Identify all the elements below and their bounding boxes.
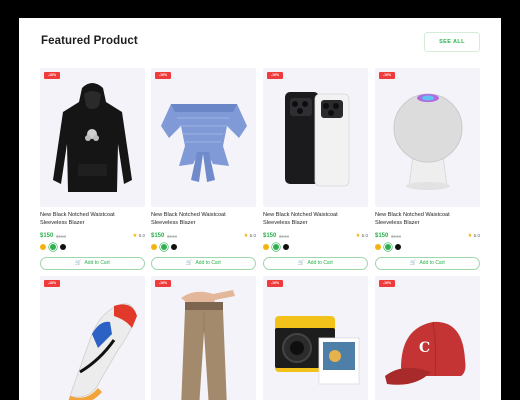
- product-image-camera[interactable]: -10%: [263, 276, 368, 400]
- rating-value: 5.0: [361, 233, 368, 238]
- discount-badge: -10%: [379, 280, 395, 287]
- add-to-cart-button[interactable]: 🛒 Add to Cart: [40, 257, 145, 270]
- swatch-green[interactable]: [273, 244, 279, 250]
- add-to-cart-label: Add to Cart: [419, 260, 445, 266]
- product-old-price: $150: [56, 234, 67, 239]
- product-name[interactable]: New Black Notched Waistcoat Sleeveless B…: [40, 211, 140, 227]
- hoodie-image: [53, 83, 132, 192]
- product-rating: ★ 5.0: [356, 233, 368, 239]
- discount-badge: -10%: [44, 280, 60, 287]
- product-price: $150: [375, 233, 389, 239]
- cart-icon: 🛒: [186, 260, 193, 266]
- rating-value: 5.0: [473, 233, 480, 238]
- section-title: Featured Product: [41, 35, 138, 47]
- sneaker-image: [68, 303, 137, 400]
- add-to-cart-label: Add to Cart: [195, 260, 221, 266]
- camera-image: [275, 316, 360, 385]
- add-to-cart-button[interactable]: 🛒 Add to Cart: [263, 257, 368, 270]
- product-image-cap[interactable]: C -10%: [375, 276, 480, 400]
- add-to-cart-button[interactable]: 🛒 Add to Cart: [375, 257, 480, 270]
- discount-badge: -10%: [379, 72, 395, 79]
- product-rating: ★ 5.0: [133, 233, 145, 239]
- swatch-yellow[interactable]: [40, 244, 46, 250]
- swatch-black[interactable]: [60, 244, 66, 250]
- star-icon: ★: [467, 233, 473, 239]
- speaker-image: [393, 93, 463, 190]
- product-old-price: $150: [167, 234, 178, 239]
- discount-badge: -10%: [44, 72, 60, 79]
- cap-image: C: [385, 321, 466, 385]
- add-to-cart-label: Add to Cart: [84, 260, 110, 266]
- product-image-blouse[interactable]: -10%: [151, 68, 256, 207]
- product-rating: ★ 5.0: [468, 233, 480, 239]
- product-image-hoodie[interactable]: -10%: [40, 68, 145, 207]
- star-icon: ★: [355, 233, 361, 239]
- product-image-sneaker[interactable]: -10%: [40, 276, 145, 400]
- discount-badge: -10%: [267, 280, 283, 287]
- star-icon: ★: [132, 233, 138, 239]
- add-to-cart-label: Add to Cart: [307, 260, 333, 266]
- cart-icon: 🛒: [75, 260, 82, 266]
- swatch-green[interactable]: [50, 244, 56, 250]
- product-name[interactable]: New Black Notched Waistcoat Sleeveless B…: [263, 211, 363, 227]
- product-image-phones[interactable]: -10%: [263, 68, 368, 207]
- rating-value: 5.0: [249, 233, 256, 238]
- product-image-speaker[interactable]: -10%: [375, 68, 480, 207]
- product-old-price: $150: [391, 234, 402, 239]
- product-price: $150: [263, 233, 277, 239]
- product-name[interactable]: New Black Notched Waistcoat Sleeveless B…: [151, 211, 251, 227]
- product-rating: ★ 5.0: [244, 233, 256, 239]
- product-name[interactable]: New Black Notched Waistcoat Sleeveless B…: [375, 211, 475, 227]
- cart-icon: 🛒: [410, 260, 417, 266]
- phones-image: [285, 92, 350, 187]
- swatch-green[interactable]: [161, 244, 167, 250]
- star-icon: ★: [243, 233, 249, 239]
- product-image-trousers[interactable]: -10%: [151, 276, 256, 400]
- cart-icon: 🛒: [298, 260, 305, 266]
- swatch-black[interactable]: [395, 244, 401, 250]
- swatch-yellow[interactable]: [375, 244, 381, 250]
- see-all-button[interactable]: SEE ALL: [424, 32, 480, 52]
- trousers-image: [181, 290, 235, 400]
- product-old-price: $150: [279, 234, 290, 239]
- product-price: $150: [40, 233, 54, 239]
- discount-badge: -10%: [267, 72, 283, 79]
- add-to-cart-button[interactable]: 🛒 Add to Cart: [151, 257, 256, 270]
- swatch-green[interactable]: [385, 244, 391, 250]
- blouse-image: [161, 104, 247, 182]
- featured-product-panel: Featured Product SEE ALL -10% New Black …: [19, 18, 501, 400]
- discount-badge: -10%: [155, 72, 171, 79]
- swatch-black[interactable]: [171, 244, 177, 250]
- swatch-yellow[interactable]: [263, 244, 269, 250]
- product-price: $150: [151, 233, 165, 239]
- rating-value: 5.0: [138, 233, 145, 238]
- swatch-yellow[interactable]: [151, 244, 157, 250]
- discount-badge: -10%: [155, 280, 171, 287]
- svg-text:C: C: [419, 340, 430, 356]
- swatch-black[interactable]: [283, 244, 289, 250]
